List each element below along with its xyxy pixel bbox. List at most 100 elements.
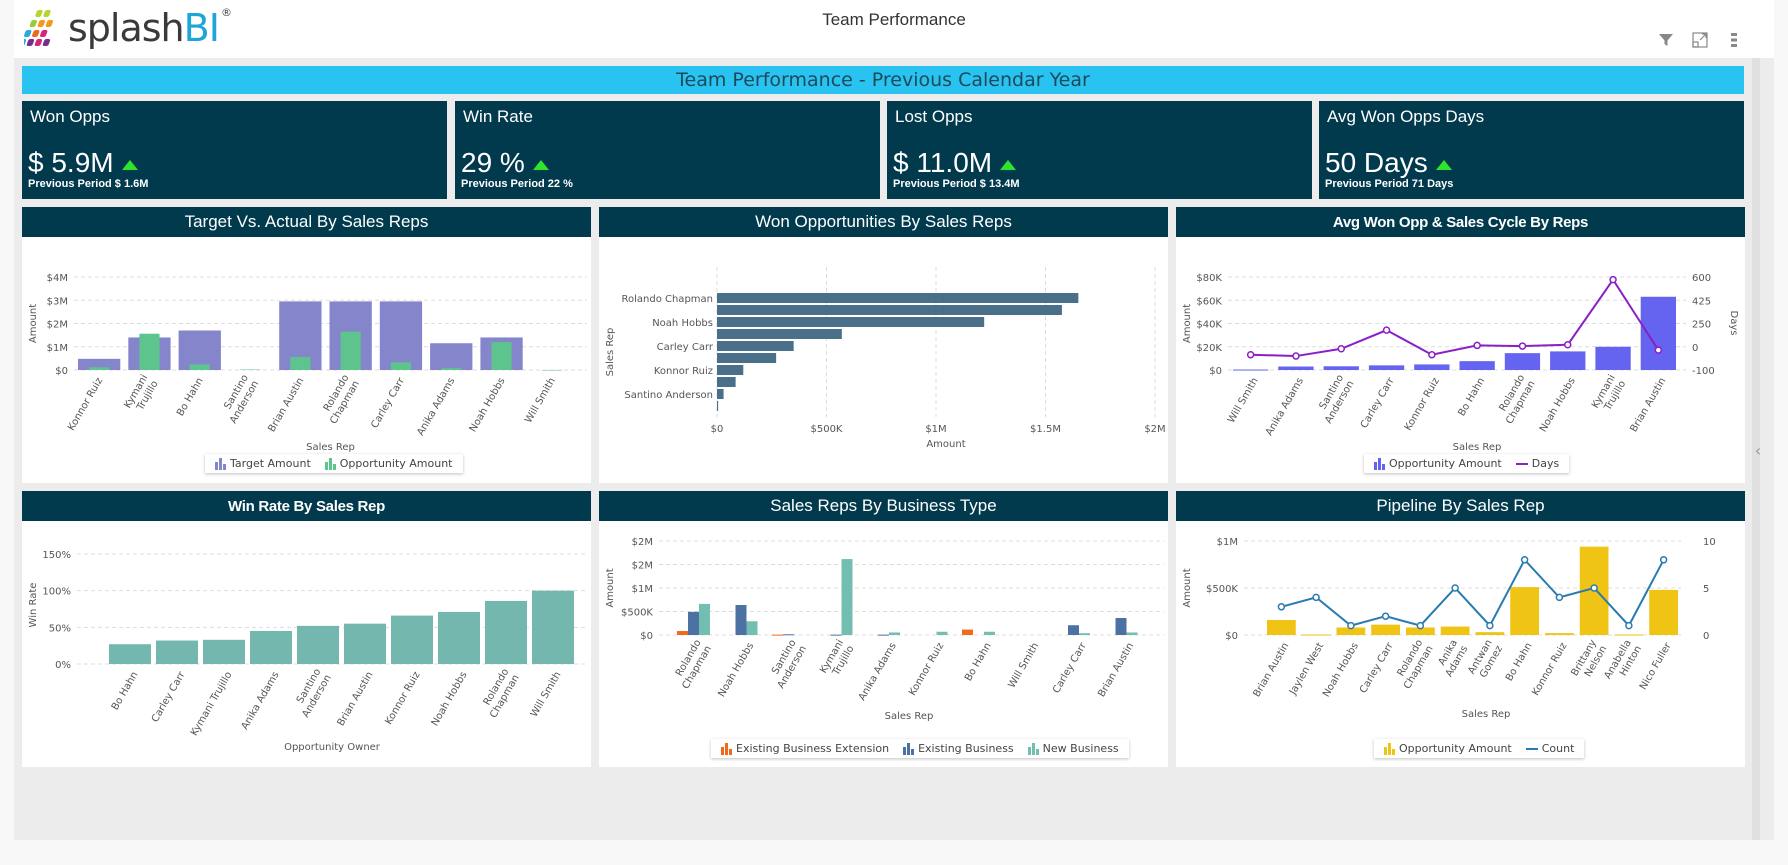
x-tick-label-line: Anika Adams	[1264, 376, 1306, 438]
bar-target-amount	[379, 301, 423, 370]
x-tick-label-line: Will Smith	[1226, 376, 1261, 425]
legend-item-opportunity[interactable]: Opportunity Amount	[324, 457, 453, 470]
legend-label: Days	[1531, 457, 1560, 470]
kpi-previous: Previous Period $ 13.4M	[893, 178, 1020, 190]
y-tick-label: $40K	[1196, 320, 1222, 331]
y-tick-label: $0	[55, 366, 68, 377]
bar-existing-extension	[962, 629, 973, 635]
x-tick-label-line: Anika Adams	[415, 376, 457, 438]
x-tick-label-line: Konnor Ruiz	[1403, 376, 1442, 433]
x-tick-label-line: Noah Hobbs	[716, 641, 756, 699]
kpi-lost-opps[interactable]: Lost Opps $ 11.0M Previous Period $ 13.4…	[887, 101, 1312, 199]
x-axis-title: Sales Rep	[885, 711, 934, 722]
y-tick-label: 50%	[49, 623, 71, 634]
bar-win-rate	[109, 644, 151, 664]
x-tick-label: $2M	[1144, 424, 1165, 435]
chart-target-vs-actual: $0 $1M $2M $3M $4M Amount Konnor Ruiz KymaniTru…	[28, 273, 587, 453]
legend-item-opportunity[interactable]: Opportunity Amount	[1384, 742, 1512, 755]
bar-win-rate	[156, 640, 198, 664]
bar-win-rate	[532, 590, 574, 664]
x-tick-label: Noah Hobbs	[1321, 641, 1361, 699]
x-axis-title: Sales Rep	[1453, 442, 1502, 453]
y2-tick-label: 600	[1692, 273, 1711, 284]
bar-opportunity-amount	[290, 356, 311, 370]
line-legend-icon	[1525, 747, 1538, 750]
legend-label: Count	[1541, 742, 1575, 755]
x-tick-label: SantinoAnderson	[222, 373, 261, 426]
legend-item-target[interactable]: Target Amount	[215, 457, 311, 470]
more-vertical-icon[interactable]	[1724, 30, 1744, 50]
kpi-previous: Previous Period $ 1.6M	[28, 178, 149, 190]
x-tick-label-line: Konnor Ruiz	[66, 376, 105, 433]
toolbar	[1656, 30, 1744, 50]
kpi-value: $ 11.0M	[893, 147, 1017, 179]
x-tick-label: Konnor Ruiz	[66, 376, 105, 433]
bar-opportunity-amount	[1440, 626, 1470, 635]
x-tick-label: Konnor Ruiz	[383, 670, 422, 727]
expand-icon[interactable]	[1690, 30, 1710, 50]
bar-opportunity-amount	[239, 369, 261, 371]
kpi-win-rate[interactable]: Win Rate 29 % Previous Period 22 %	[455, 101, 880, 199]
x-tick-label: Konnor Ruiz	[1530, 641, 1569, 698]
x-tick-label-line: Jaylen West	[1287, 641, 1326, 698]
panel-title: Target Vs. Actual By Sales Reps	[22, 207, 591, 237]
kpi-value-text: $ 5.9M	[28, 147, 114, 178]
x-tick-label: Anika Adams	[240, 670, 282, 732]
bar-win-rate	[344, 623, 386, 664]
x-tick-label-line: Carley Carr	[150, 669, 188, 724]
x-tick-label-line: Carley Carr	[1359, 375, 1397, 430]
legend-label: Opportunity Amount	[339, 457, 453, 470]
kpi-label: Win Rate	[463, 107, 533, 126]
days-line	[1250, 277, 1660, 358]
y-tick-label: $2M	[632, 537, 653, 548]
count-point	[1486, 621, 1494, 630]
legend-label: Opportunity Amount	[1389, 457, 1502, 470]
trend-up-icon	[1435, 160, 1452, 170]
x-tick-label-line: Noah Hobbs	[468, 376, 508, 434]
x-tick-label-line: Nico Fuller	[1638, 640, 1674, 692]
y-tick-label: Konnor Ruiz	[654, 366, 713, 377]
x-tick-label: Carley Carr	[150, 669, 188, 724]
x-axis-title: Sales Rep	[306, 442, 355, 453]
x-tick-label: Konnor Ruiz	[907, 641, 946, 698]
kpi-avg-won-days[interactable]: Avg Won Opps Days 50 Days Previous Perio…	[1319, 101, 1744, 199]
bar-opportunity-amount	[1267, 619, 1296, 635]
legend-item-days[interactable]: Days	[1515, 457, 1560, 470]
bar-won-amount	[717, 365, 744, 375]
chart-win-rate: 0%50%100%150%Win RateBo Hahn Carley Carr K…	[28, 550, 587, 753]
x-tick-label-line: Bo Hahn	[110, 670, 141, 712]
count-point	[1381, 612, 1390, 620]
chevron-left-icon[interactable]: ‹	[1752, 440, 1764, 460]
x-tick-label-line: Konnor Ruiz	[907, 641, 946, 698]
bar-win-rate	[485, 600, 527, 664]
legend-item-opportunity[interactable]: Opportunity Amount	[1374, 457, 1502, 470]
kpi-won-opps[interactable]: Won Opps $ 5.9M Previous Period $ 1.6M	[22, 101, 447, 199]
bar-opportunity-amount	[1640, 296, 1676, 370]
bar-opportunity-amount	[1475, 632, 1505, 635]
bar-opportunity-amount	[441, 368, 462, 370]
bar-legend-icon	[215, 457, 226, 470]
bar-win-rate	[391, 615, 433, 664]
count-point	[1520, 556, 1529, 564]
y-tick-label: $0	[640, 631, 653, 642]
bar-won-amount	[717, 341, 794, 351]
x-tick-label-line: Will Smith	[523, 376, 558, 425]
x-tick-label-line: Anika Adams	[857, 641, 899, 703]
count-point	[1659, 556, 1668, 564]
bar-opportunity-amount	[139, 333, 160, 370]
legend-label: New Business	[1042, 742, 1119, 755]
legend-item-count[interactable]: Count	[1525, 742, 1575, 755]
legend-item-existing[interactable]: Existing Business	[903, 742, 1014, 755]
trend-up-icon	[532, 160, 549, 170]
chart-business-type: $0 $500K $1M $2M $2M Amount RolandoChapman Noah…	[605, 537, 1164, 722]
x-tick-label-line: Konnor Ruiz	[383, 670, 422, 727]
filter-icon[interactable]	[1656, 30, 1676, 50]
y-axis-title: Sales Rep	[605, 328, 616, 377]
legend-item-extension[interactable]: Existing Business Extension	[721, 742, 889, 755]
bar-new-business	[841, 559, 853, 635]
x-tick-label-line: Bo Hahn	[963, 641, 994, 683]
y2-tick-label: 250	[1692, 320, 1711, 331]
count-point	[1347, 621, 1355, 630]
legend-label: Existing Business	[918, 742, 1014, 755]
legend-item-new[interactable]: New Business	[1027, 742, 1119, 755]
